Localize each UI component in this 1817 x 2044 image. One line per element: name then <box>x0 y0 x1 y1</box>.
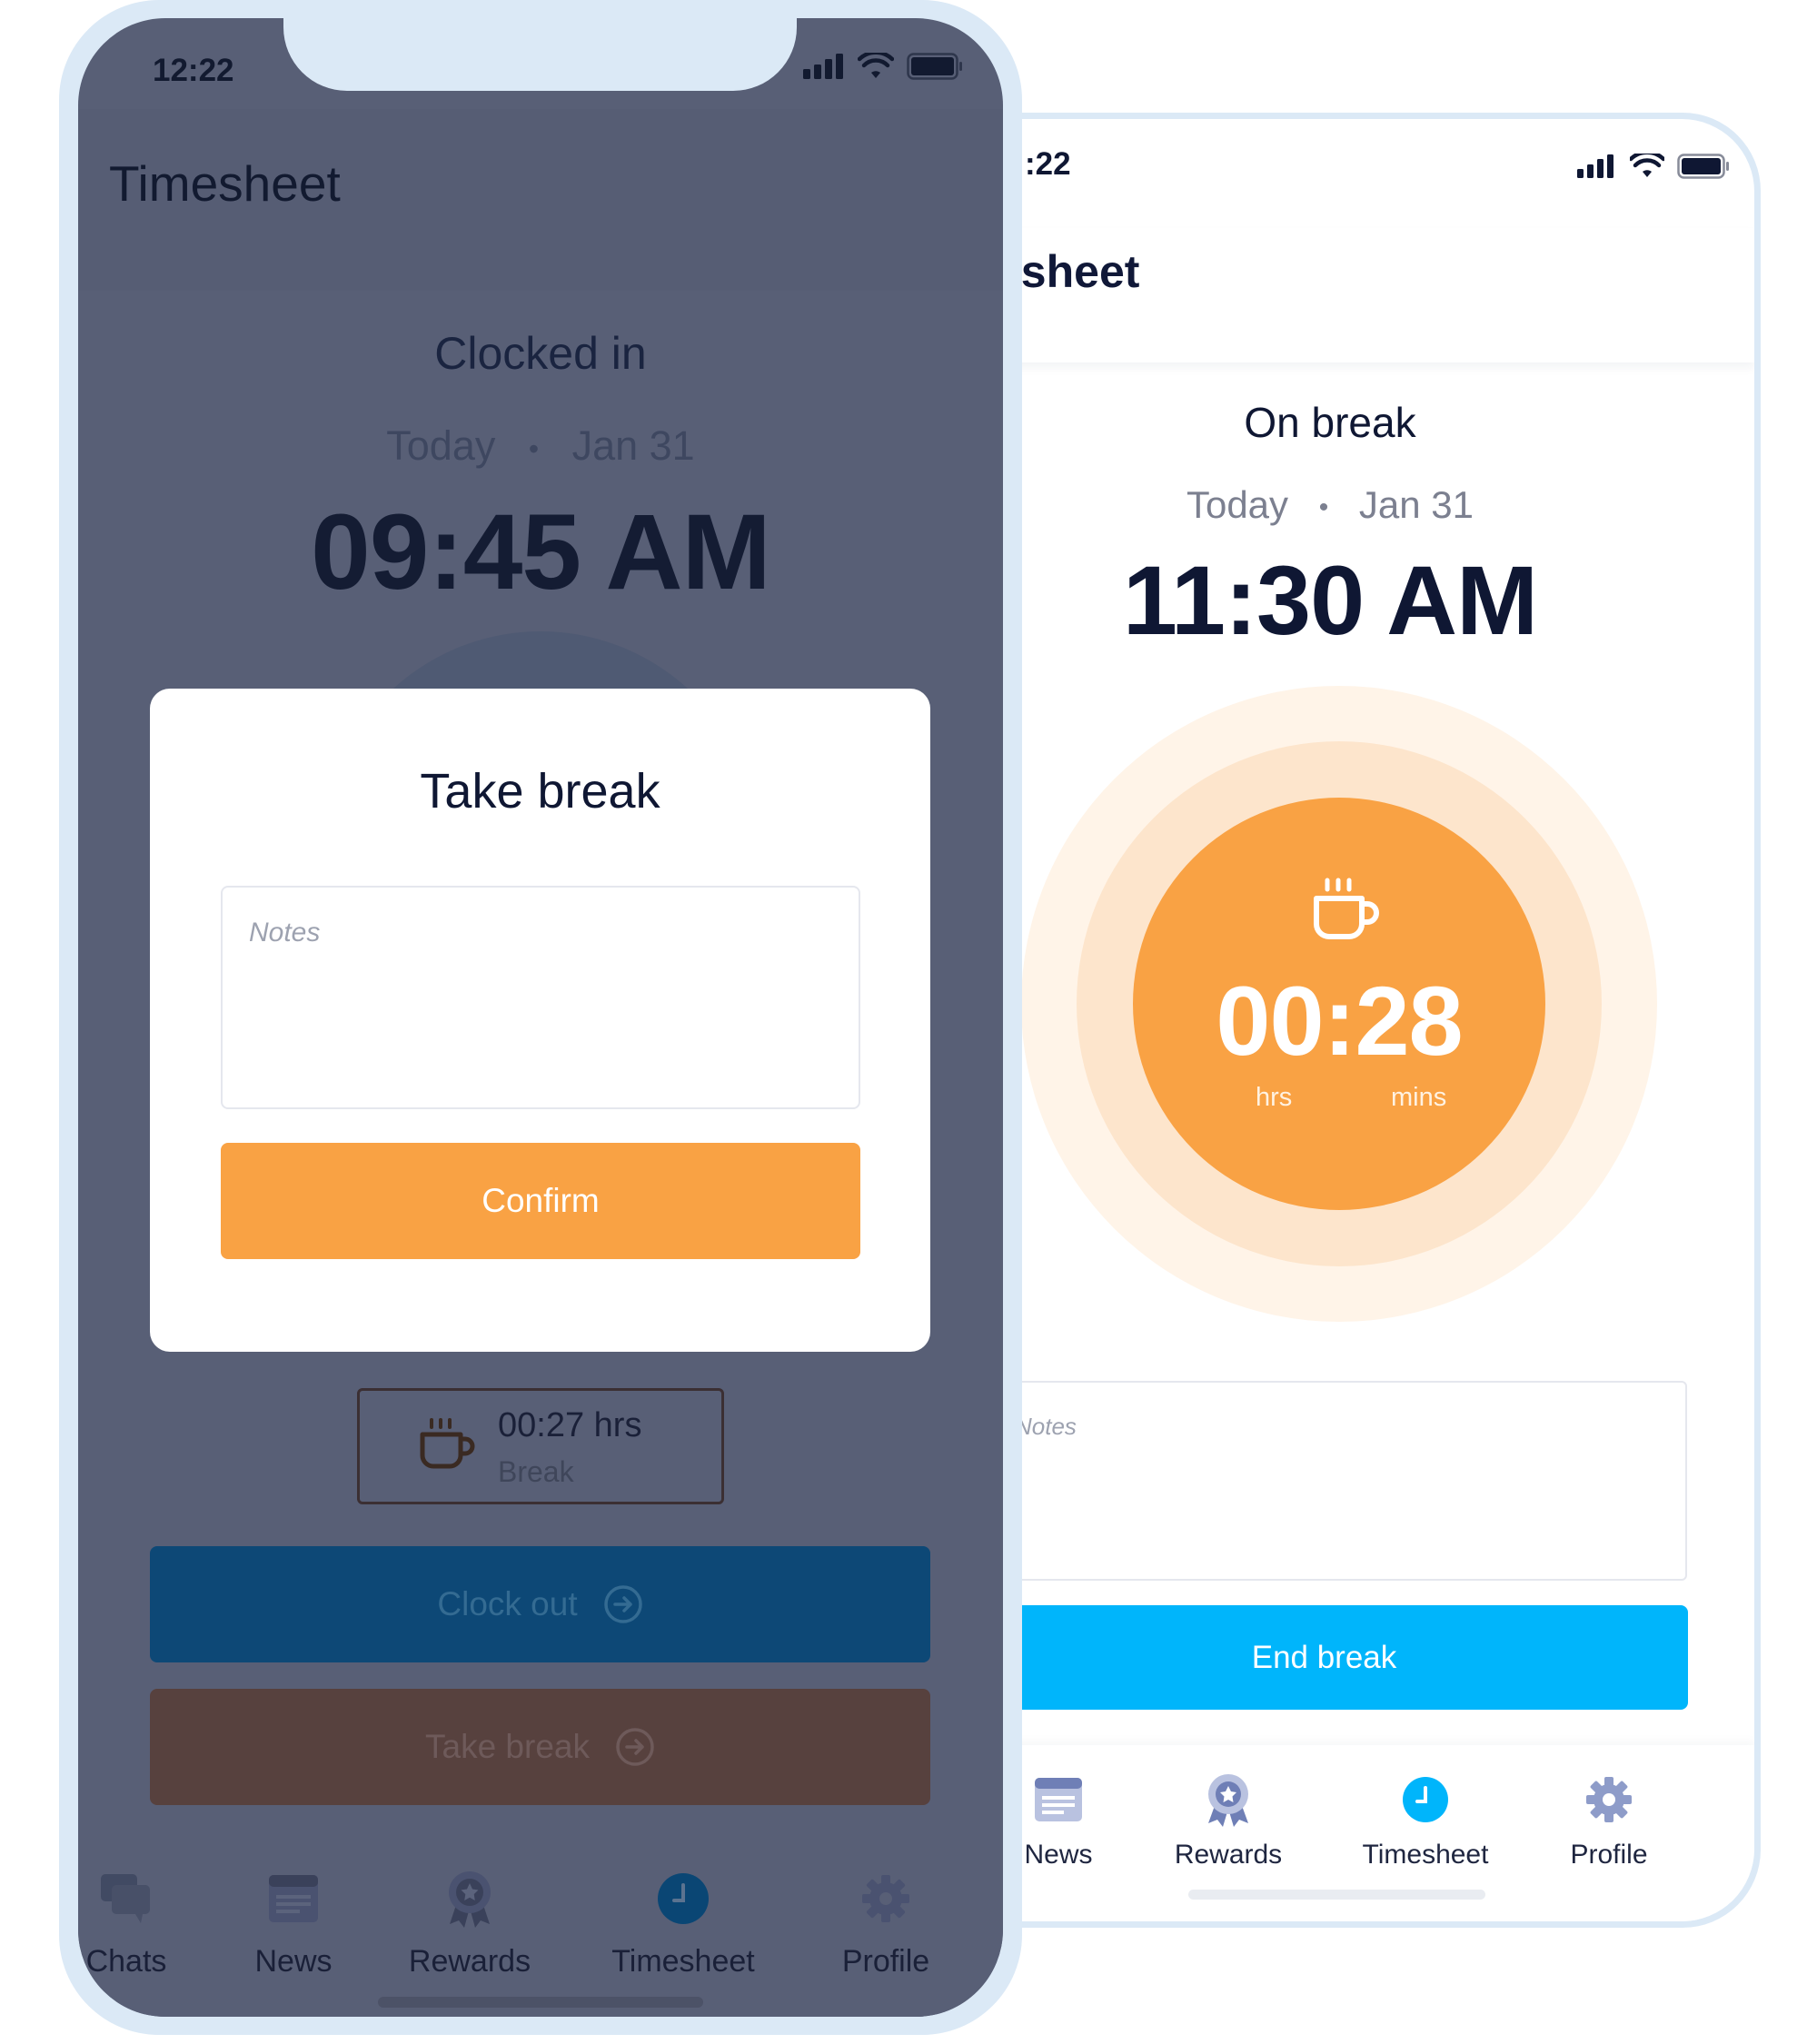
nav-item-news[interactable]: News <box>194 1870 393 1980</box>
date-line: Today • Jan 31 <box>78 422 1003 470</box>
take-break-button[interactable]: Take break <box>150 1689 930 1805</box>
rewards-icon <box>1208 1774 1248 1827</box>
status-icons <box>1577 154 1730 179</box>
chat-icon <box>101 1874 150 1923</box>
status-time: 12:22 <box>153 53 234 88</box>
status-label: On break <box>1244 399 1416 446</box>
clock-out-label: Clock out <box>437 1585 578 1622</box>
home-indicator <box>1188 1890 1485 1900</box>
nav-label-profile: Profile <box>1570 1840 1648 1870</box>
break-timer: 00:28 <box>1216 966 1463 1076</box>
timer-hrs-label: hrs <box>1256 1083 1293 1112</box>
left-phone-screen: 12:22 Timesheet Clocked in Today • Jan 3… <box>78 18 1003 2017</box>
nav-item-timesheet[interactable]: Timesheet <box>583 1870 783 1980</box>
clock-time: 09:45 AM <box>311 492 771 612</box>
bottom-nav: Chats News Rewards Timesheet Profile <box>78 1835 1003 2017</box>
nav-label-profile: Profile <box>841 1944 930 1979</box>
confirm-button[interactable]: Confirm <box>221 1143 860 1259</box>
date-day: Today <box>1186 483 1289 526</box>
signal-icon <box>803 54 843 79</box>
arrow-right-circle-icon <box>603 1585 642 1623</box>
notes-field[interactable] <box>960 1381 1687 1581</box>
nav-label-rewards: Rewards <box>408 1944 531 1979</box>
clock-icon <box>658 1873 709 1924</box>
notch <box>283 18 797 91</box>
home-indicator <box>378 1997 703 2008</box>
page-title: Timesheet <box>109 155 341 212</box>
arrow-right-circle-icon <box>616 1728 654 1766</box>
notes-placeholder: Notes <box>1015 1413 1077 1440</box>
coffee-cup-icon <box>1314 878 1379 939</box>
rewards-icon <box>449 1871 491 1928</box>
clock-icon <box>1403 1777 1448 1822</box>
date-value: Jan 31 <box>571 422 695 469</box>
status-label: Clocked in <box>434 328 647 379</box>
timer-mins-label: mins <box>1391 1083 1447 1112</box>
wifi-icon <box>858 53 894 78</box>
nav-label-rewards: Rewards <box>1174 1840 1283 1870</box>
signal-icon <box>1577 154 1613 178</box>
date-line: Today • Jan 31 <box>906 483 1754 527</box>
status-icons <box>803 53 963 80</box>
nav-item-timesheet[interactable]: Timesheet <box>1335 1772 1516 1870</box>
nav-item-profile[interactable]: Profile <box>786 1870 986 1980</box>
date-day: Today <box>386 422 496 469</box>
nav-label-timesheet: Timesheet <box>1362 1840 1489 1870</box>
modal-title: Take break <box>420 764 660 819</box>
clock-time: 11:30 AM <box>1122 545 1538 655</box>
nav-label-timesheet: Timesheet <box>611 1944 755 1979</box>
nav-item-profile[interactable]: Profile <box>1518 1772 1700 1870</box>
gear-icon <box>862 1875 909 1922</box>
wifi-icon <box>1630 154 1664 177</box>
status-time: :22 <box>1025 146 1071 182</box>
take-break-label: Take break <box>425 1728 590 1765</box>
canvas: :22 esheet On break Today • Jan 31 11:30… <box>0 0 1817 2044</box>
date-separator: • <box>528 432 540 465</box>
nav-label-news: News <box>254 1944 333 1979</box>
break-duration: 00:27 hrs <box>498 1406 642 1444</box>
date-value: Jan 31 <box>1358 483 1474 526</box>
clock-out-button[interactable]: Clock out <box>150 1546 930 1662</box>
date-separator: • <box>1318 491 1329 522</box>
coffee-cup-icon <box>420 1418 475 1469</box>
news-icon <box>269 1875 318 1922</box>
nav-item-rewards[interactable]: Rewards <box>370 1870 570 1980</box>
battery-icon <box>907 53 962 80</box>
notes-placeholder: Notes <box>249 918 321 948</box>
end-break-button[interactable]: End break <box>960 1605 1688 1710</box>
right-phone-screen: :22 esheet On break Today • Jan 31 11:30… <box>906 119 1754 1921</box>
news-icon <box>1035 1778 1082 1821</box>
break-label: Break <box>498 1455 574 1488</box>
battery-icon <box>1677 154 1729 179</box>
nav-item-rewards[interactable]: Rewards <box>1137 1772 1319 1870</box>
gear-icon <box>1586 1777 1632 1822</box>
